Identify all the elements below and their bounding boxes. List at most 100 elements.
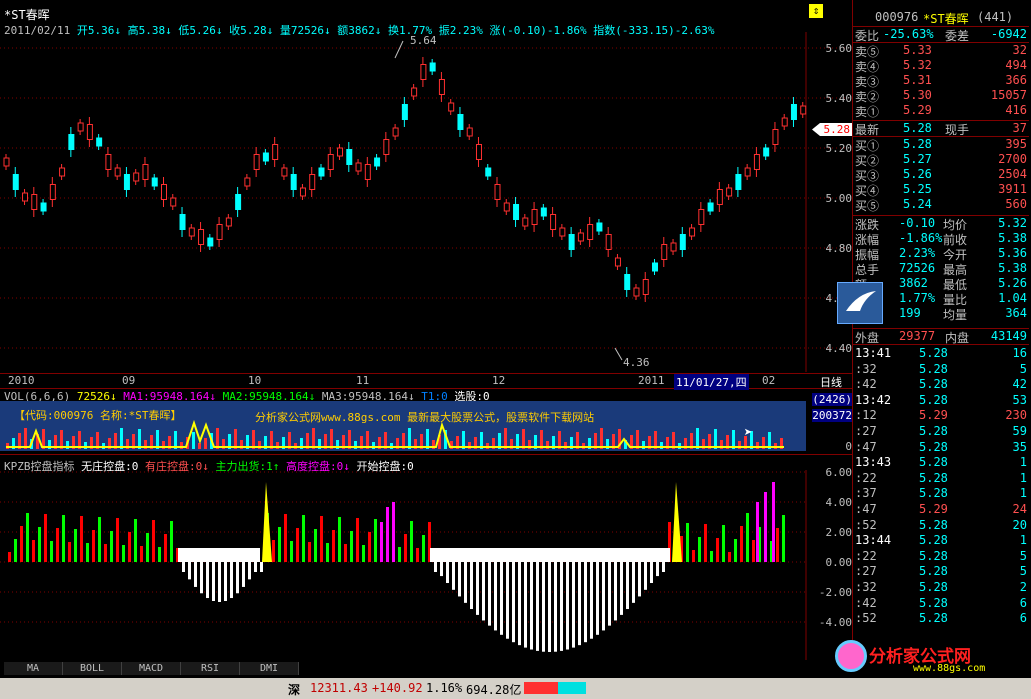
kpzb-bar xyxy=(62,515,65,562)
bird-logo-icon xyxy=(837,282,883,324)
index-change: +140.92 xyxy=(372,681,423,695)
candle-body xyxy=(290,174,297,190)
kpzb-bar xyxy=(26,513,29,562)
candle-body xyxy=(179,214,186,230)
kpzb-bar xyxy=(86,543,89,562)
kpzb-bar xyxy=(416,548,419,562)
candle-body xyxy=(355,162,362,172)
tick-row: :37 5.28 1 xyxy=(853,486,1029,501)
kpzb-bar xyxy=(572,562,575,648)
tick-volume: 5 xyxy=(1019,361,1027,376)
kpzb-bar xyxy=(56,528,59,562)
stat-value: 1.04 xyxy=(998,291,1027,305)
tick-time: 13:42 xyxy=(855,392,892,407)
kpzb-bar xyxy=(44,514,47,562)
tick-row: :27 5.28 59 xyxy=(853,424,1029,439)
tick-volume: 230 xyxy=(1005,408,1027,423)
candle-body xyxy=(698,209,705,225)
price-tick: 4.80 xyxy=(825,242,853,255)
updown-bar xyxy=(524,682,586,694)
candle-body xyxy=(494,184,501,200)
candle-body xyxy=(420,64,427,80)
kpzb-bar xyxy=(320,516,323,562)
cursor-date: 11/01/27,四 xyxy=(674,374,749,390)
tab-dmi[interactable]: DMI xyxy=(240,662,299,675)
stat-value: 5.26 xyxy=(998,276,1027,290)
ask-price: 5.30 xyxy=(903,88,932,102)
candle-body xyxy=(272,144,279,160)
tick-price: 5.28 xyxy=(919,533,948,548)
candle-body xyxy=(22,192,29,202)
candle-body xyxy=(68,134,75,150)
tick-volume: 59 xyxy=(1012,424,1027,438)
tick-volume: 1 xyxy=(1019,470,1027,485)
kpzb-bar xyxy=(542,562,545,652)
ad-text[interactable]: 分析家公式网www.88gs.com 最新最大股票公式，股票软件下载网站 xyxy=(255,409,594,425)
latest-value: 5.28 xyxy=(903,121,932,135)
kpzb-bar xyxy=(182,562,185,572)
candle-body xyxy=(633,287,640,297)
kpzb-bar xyxy=(722,525,725,562)
candle-body xyxy=(587,224,594,240)
vol-panel[interactable]: 【代码:000976 名称:*ST春晖】 分析家公式网www.88gs.com … xyxy=(0,401,806,451)
kpzb-bar xyxy=(74,529,77,562)
site-logo[interactable]: 分析家公式网 www.88gs.com xyxy=(831,636,1031,676)
volume-bar xyxy=(198,443,201,449)
tick-price: 5.28 xyxy=(919,392,948,407)
stock-name-right: *ST春晖 xyxy=(923,12,969,26)
tick-row: :52 5.28 6 xyxy=(853,611,1029,626)
tick-row: :32 5.28 2 xyxy=(853,580,1029,595)
candle-body xyxy=(670,242,677,252)
kpzb-bar xyxy=(14,539,17,562)
stat-row: 涨跌 -0.10 均价 5.32 xyxy=(853,216,1029,232)
tick-volume: 6 xyxy=(1019,595,1027,610)
stat-row: 振幅 2.23% 今开 5.36 xyxy=(853,246,1029,262)
kpzb-bar xyxy=(350,531,353,562)
candle-body xyxy=(652,262,659,272)
candle-body xyxy=(522,217,529,227)
tick-row: :12 5.29 230 xyxy=(853,408,1029,423)
candle-body xyxy=(707,202,714,212)
kpzb-bar xyxy=(476,562,479,615)
kpzb-bar xyxy=(212,562,215,601)
bid-price: 5.25 xyxy=(903,182,932,196)
kpzb-bar xyxy=(764,492,767,562)
kpzb-bar xyxy=(772,482,775,562)
tab-macd[interactable]: MACD xyxy=(122,662,181,675)
stat-value: 5.32 xyxy=(998,216,1027,230)
ask-row: 卖② 5.30 15057 xyxy=(853,88,1029,104)
bid-volume: 560 xyxy=(1005,197,1027,211)
stock-name: *ST春晖 xyxy=(4,8,50,22)
kpzb-bar xyxy=(68,542,71,562)
stat-value: 72526 xyxy=(899,261,936,275)
tab-rsi[interactable]: RSI xyxy=(181,662,240,675)
kpzb-bar xyxy=(584,562,587,643)
kpzb-bar xyxy=(254,562,257,572)
tab-boll[interactable]: BOLL xyxy=(63,662,122,675)
kpzb-bar xyxy=(716,538,719,562)
kpzb-tick: 6.00 xyxy=(825,466,853,479)
tick-price: 5.28 xyxy=(919,470,948,485)
weibi-row: 委比 -25.63% 委差 -6942 xyxy=(855,27,1027,43)
vol-axis-zero: 0 xyxy=(845,440,852,453)
candle-body xyxy=(735,174,742,190)
kpzb-bar xyxy=(404,534,407,562)
price-chart[interactable] xyxy=(0,32,852,372)
candle-body xyxy=(503,202,510,212)
kpzb-chart[interactable] xyxy=(0,470,852,660)
tab-ma[interactable]: MA xyxy=(4,662,63,675)
kpzb-bar xyxy=(494,562,497,631)
waipan-value: 29377 xyxy=(899,329,936,343)
kpzb-bar xyxy=(296,528,299,562)
kpzb-bar xyxy=(734,539,737,562)
waipan-row: 外盘 29377 内盘 43149 xyxy=(855,329,1027,345)
kpzb-bar xyxy=(368,532,371,562)
weibi-value: -25.63% xyxy=(883,27,934,41)
period-button[interactable]: 日线 xyxy=(820,374,842,390)
kpzb-bar xyxy=(470,562,473,610)
kpzb-bar xyxy=(710,551,713,562)
stat-value: -0.10 xyxy=(899,216,936,230)
lock-icon[interactable]: ⇕ xyxy=(809,4,823,18)
tick-time: :47 xyxy=(855,439,877,454)
candle-body xyxy=(77,122,84,132)
